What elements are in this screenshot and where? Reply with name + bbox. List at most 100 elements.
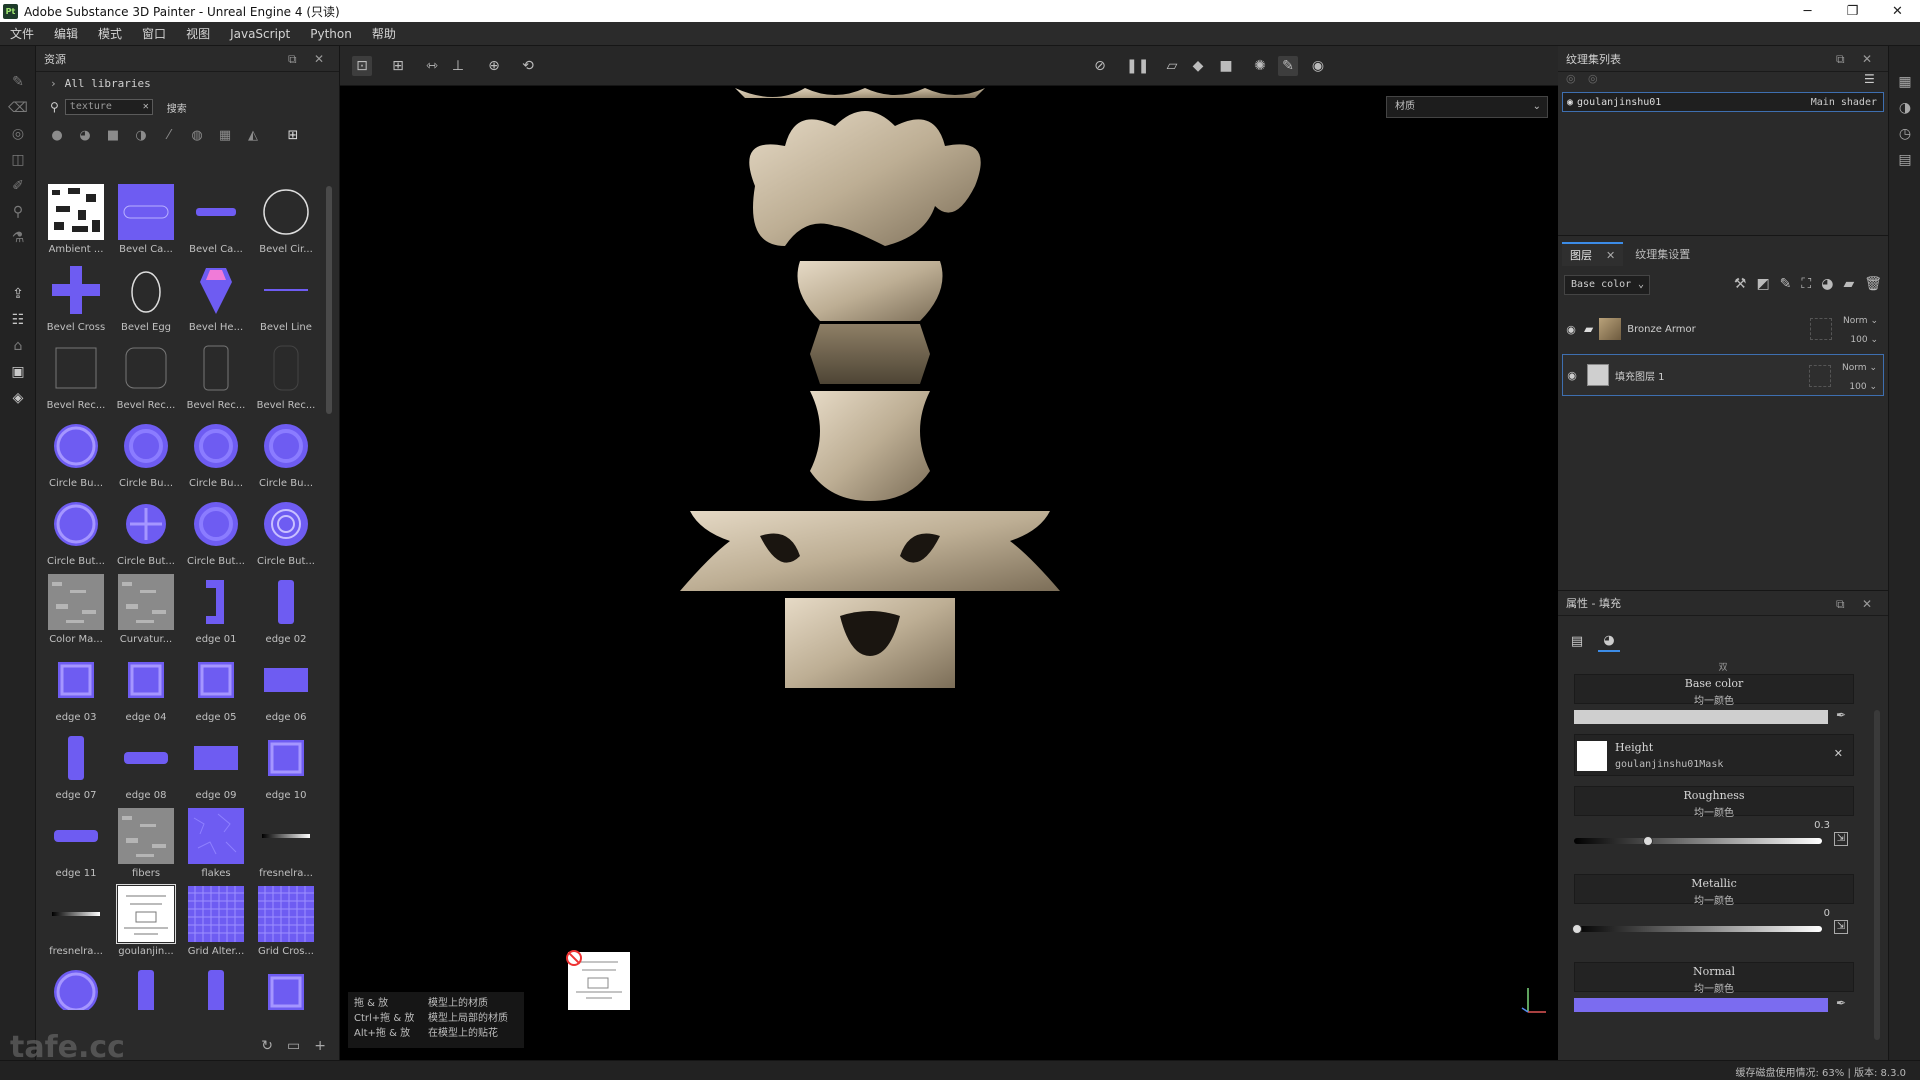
asset-item[interactable]: Bevel Rec... [112, 338, 180, 416]
asset-item[interactable]: Bevel Line [252, 260, 316, 338]
roughness-slider-handle[interactable] [1643, 836, 1654, 846]
add-mask-icon[interactable]: ◩ [1756, 276, 1769, 292]
search-input[interactable]: texture ✕ [64, 99, 153, 115]
add-fill-layer-icon[interactable]: ⛶ [1801, 276, 1811, 292]
clone-stamp-icon[interactable]: ⚲ [8, 202, 28, 222]
close-panel-icon[interactable]: ✕ [1862, 52, 1872, 66]
material-properties-icon[interactable]: ◕ [1598, 630, 1620, 652]
metallic-toggle-icon[interactable]: ⇲ [1834, 920, 1848, 934]
assets-icon[interactable]: ⌂ [8, 336, 28, 356]
metallic-slider-handle[interactable] [1572, 924, 1582, 934]
layer-mask-slot[interactable] [1809, 365, 1831, 387]
asset-item[interactable]: Bevel Cir... [252, 182, 316, 260]
asset-item[interactable]: Circle But... [42, 494, 110, 572]
camera-icon[interactable]: ■ [1216, 56, 1236, 76]
add-icon[interactable]: + [314, 1038, 326, 1054]
eye-icon[interactable]: ◉ [1567, 97, 1573, 108]
asset-item[interactable]: edge 03 [42, 650, 110, 728]
align-icon[interactable]: ⊥ [448, 56, 468, 76]
menu-help[interactable]: 帮助 [362, 25, 406, 42]
filter-brushes-icon[interactable]: ⁄ [160, 126, 178, 144]
add-effect-icon[interactable]: ⚒ [1734, 276, 1747, 292]
roughness-property[interactable]: Roughness 均一颜色 [1574, 786, 1854, 819]
add-folder-icon[interactable]: ▰ [1843, 276, 1854, 292]
asset-item[interactable]: Curvatur... [112, 572, 180, 650]
asset-item[interactable]: Bevel Cross [42, 260, 110, 338]
eye-icon[interactable]: ◉ [1562, 323, 1580, 336]
texture-set-list-icon[interactable]: ▦ [1895, 72, 1915, 92]
base-color-swatch[interactable] [1574, 710, 1828, 724]
refresh-icon[interactable]: ↻ [261, 1038, 273, 1054]
paint-mode-icon[interactable]: ✎ [1278, 56, 1298, 76]
asset-item[interactable] [182, 962, 250, 1010]
channel-select[interactable]: Base color ⌄ [1564, 275, 1650, 295]
close-tab-icon[interactable]: ✕ [1606, 249, 1615, 262]
normal-property[interactable]: Normal 均一颜色 [1574, 962, 1854, 995]
minimize-button[interactable]: ─ [1785, 0, 1830, 22]
color-picker-icon[interactable]: ⚗ [8, 228, 28, 248]
add-paint-layer-icon[interactable]: ✎ [1780, 276, 1792, 292]
search-button[interactable]: 搜索 [167, 100, 187, 115]
viewport[interactable]: ⊡ ⊞ ⇿ ⊥ ⊕ ⟲ ⊘ ❚❚ ▱ ◆ ■ ✺ ✎ ◉ 材质 ⌄ 拖 & 放 … [340, 46, 1558, 1060]
asset-item[interactable]: edge 06 [252, 650, 316, 728]
export-icon[interactable]: ⇪ [8, 284, 28, 304]
asset-item[interactable]: fresnelra... [252, 806, 316, 884]
asset-item[interactable]: Bevel Ca... [182, 182, 250, 260]
close-panel-icon[interactable]: ✕ [1862, 597, 1872, 611]
asset-item[interactable]: Circle But... [112, 494, 180, 572]
asset-item[interactable]: edge 02 [252, 572, 316, 650]
filter-textures-icon[interactable]: ▦ [216, 126, 234, 144]
selection-mode-icon[interactable]: ⊡ [352, 56, 372, 76]
close-window-button[interactable]: ✕ [1875, 0, 1920, 22]
eraser-icon[interactable]: ⌫ [8, 98, 28, 118]
fill-properties-icon[interactable]: ▤ [1566, 630, 1588, 652]
filter-generators-icon[interactable]: ◑ [132, 126, 150, 144]
filter-environments-icon[interactable]: ◭ [244, 126, 262, 144]
asset-item[interactable]: Bevel Ca... [112, 182, 180, 260]
asset-scrollbar[interactable] [326, 186, 332, 414]
delete-layer-icon[interactable]: 🗑 [1864, 276, 1882, 292]
asset-item[interactable] [112, 962, 180, 1010]
2d-view-icon[interactable]: ▱ [1162, 56, 1182, 76]
metallic-slider[interactable] [1572, 924, 1822, 934]
pause-icon[interactable]: ❚❚ [1126, 56, 1149, 76]
asset-item[interactable]: Bevel Rec... [182, 338, 250, 416]
asset-item[interactable]: edge 11 [42, 806, 110, 884]
asset-item[interactable]: goulanjin... [112, 884, 180, 962]
asset-item[interactable]: edge 07 [42, 728, 110, 806]
menu-javascript[interactable]: JavaScript [220, 27, 300, 41]
undock-icon[interactable]: ⧉ [1836, 52, 1845, 67]
visibility-icon[interactable]: ◎ [1566, 72, 1576, 85]
layer-row[interactable]: ◉ ▰ Bronze Armor Norm ⌄ 100 ⌄ [1562, 308, 1884, 350]
undock-icon[interactable]: ⧉ [288, 52, 297, 67]
display-settings-icon[interactable]: ◈ [8, 388, 28, 408]
layer-blend[interactable]: Norm ⌄ 100 ⌄ [1842, 359, 1877, 397]
asset-item[interactable]: edge 05 [182, 650, 250, 728]
hide-icon[interactable]: ⊘ [1090, 56, 1110, 76]
metallic-property[interactable]: Metallic 均一颜色 [1574, 874, 1854, 907]
filter-masks-icon[interactable]: ■ [104, 126, 122, 144]
asset-item[interactable]: edge 09 [182, 728, 250, 806]
menu-file[interactable]: 文件 [0, 25, 44, 42]
filter-materials-icon[interactable]: ● [48, 126, 66, 144]
log-icon[interactable]: ▤ [1895, 150, 1915, 170]
new-folder-icon[interactable]: ▭ [287, 1038, 300, 1054]
asset-item[interactable]: edge 04 [112, 650, 180, 728]
eye-icon[interactable]: ◉ [1563, 369, 1581, 382]
render-icon[interactable]: ✺ [1250, 56, 1270, 76]
3d-view-icon[interactable]: ◆ [1188, 56, 1208, 76]
asset-item[interactable]: Bevel He... [182, 260, 250, 338]
tab-texture-set-settings[interactable]: 纹理集设置 [1627, 242, 1698, 266]
asset-item[interactable]: Circle Bu... [182, 416, 250, 494]
filter-particles-icon[interactable]: ◍ [188, 126, 206, 144]
asset-item[interactable] [42, 962, 110, 1010]
shelf-icon[interactable]: ▣ [8, 362, 28, 382]
asset-item[interactable]: Bevel Rec... [42, 338, 110, 416]
material-mode-select[interactable]: 材质 ⌄ [1386, 96, 1548, 118]
bake-icon[interactable]: ☷ [8, 310, 28, 330]
smudge-icon[interactable]: ✐ [8, 176, 28, 196]
asset-item[interactable]: Grid Cros... [252, 884, 316, 962]
tab-layers[interactable]: 图层 ✕ [1562, 242, 1624, 266]
asset-item[interactable]: flakes [182, 806, 250, 884]
asset-item[interactable]: Color Ma... [42, 572, 110, 650]
